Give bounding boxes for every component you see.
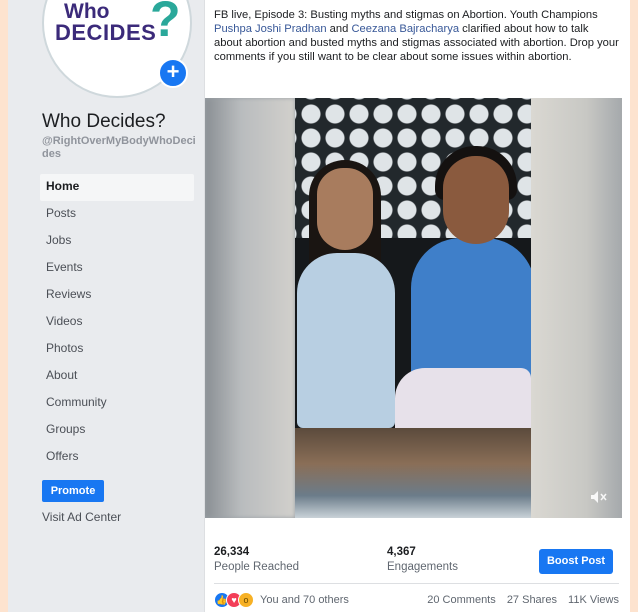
logo-text-bottom: DECIDES <box>55 20 157 45</box>
table-foreground <box>295 428 531 518</box>
boost-post-button[interactable]: Boost Post <box>539 549 613 574</box>
people-reached-label: People Reached <box>214 561 300 573</box>
views-count[interactable]: 11K Views <box>568 594 619 606</box>
post-insights: 26,334 People Reached 4,367 Engagements … <box>214 538 619 580</box>
video-blur-right <box>531 98 623 518</box>
engagements-value: 4,367 <box>387 546 416 558</box>
engagements-label: Engagements <box>387 561 458 573</box>
shares-count[interactable]: 27 Shares <box>507 594 557 606</box>
post-caption: FB live, Episode 3: Busting myths and st… <box>214 8 619 64</box>
page-username[interactable]: @RightOverMyBodyWhoDecides <box>42 135 197 161</box>
engagements-stat[interactable]: 4,367 Engagements <box>387 546 458 573</box>
mute-icon[interactable] <box>589 490 609 506</box>
page-profile-picture[interactable]: Who DECIDES ? + <box>42 0 192 98</box>
person-right-legs <box>395 368 531 428</box>
divider <box>214 583 619 584</box>
post-counts: 20 Comments 27 Shares 11K Views <box>419 594 619 606</box>
add-profile-photo-icon[interactable]: + <box>158 58 188 88</box>
facebook-page-frame: Who DECIDES ? + Who Decides? @RightOverM… <box>8 0 630 612</box>
video-frame <box>295 98 531 518</box>
person-left <box>297 253 395 428</box>
nav-item-photos[interactable]: Photos <box>40 336 194 363</box>
page-nav: Home Posts Jobs Events Reviews Videos Ph… <box>40 174 194 471</box>
visit-ad-center-link[interactable]: Visit Ad Center <box>42 510 121 524</box>
page-title[interactable]: Who Decides? <box>42 111 166 133</box>
reactions-bar: 👍 ♥ o You and 70 others 20 Comments 27 S… <box>214 590 619 610</box>
nav-item-community[interactable]: Community <box>40 390 194 417</box>
reactions-summary[interactable]: You and 70 others <box>260 594 349 606</box>
nav-item-jobs[interactable]: Jobs <box>40 228 194 255</box>
nav-item-reviews[interactable]: Reviews <box>40 282 194 309</box>
logo-question-mark: ? <box>150 0 181 47</box>
nav-item-offers[interactable]: Offers <box>40 444 194 471</box>
wow-icon[interactable]: o <box>238 592 254 608</box>
mention-link[interactable]: Pushpa Joshi Pradhan <box>214 23 327 35</box>
person-right-face <box>443 156 509 244</box>
caption-text: and <box>326 23 352 35</box>
promote-button[interactable]: Promote <box>42 480 104 502</box>
nav-item-home[interactable]: Home <box>40 174 194 201</box>
nav-item-groups[interactable]: Groups <box>40 417 194 444</box>
caption-text: FB live, Episode 3: Busting myths and st… <box>214 9 598 21</box>
nav-item-about[interactable]: About <box>40 363 194 390</box>
right-column-edge <box>622 0 630 612</box>
nav-item-videos[interactable]: Videos <box>40 309 194 336</box>
video-blur-left <box>205 98 295 518</box>
page-sidebar: Who DECIDES ? + Who Decides? @RightOverM… <box>8 0 203 612</box>
video-player[interactable] <box>205 98 623 518</box>
comments-count[interactable]: 20 Comments <box>427 594 495 606</box>
people-reached-stat[interactable]: 26,334 People Reached <box>214 546 299 573</box>
nav-item-events[interactable]: Events <box>40 255 194 282</box>
nav-item-posts[interactable]: Posts <box>40 201 194 228</box>
video-post: FB live, Episode 3: Busting myths and st… <box>204 0 630 612</box>
people-reached-value: 26,334 <box>214 546 250 558</box>
person-left-face <box>317 168 373 250</box>
mention-link[interactable]: Ceezana Bajracharya <box>351 23 459 35</box>
